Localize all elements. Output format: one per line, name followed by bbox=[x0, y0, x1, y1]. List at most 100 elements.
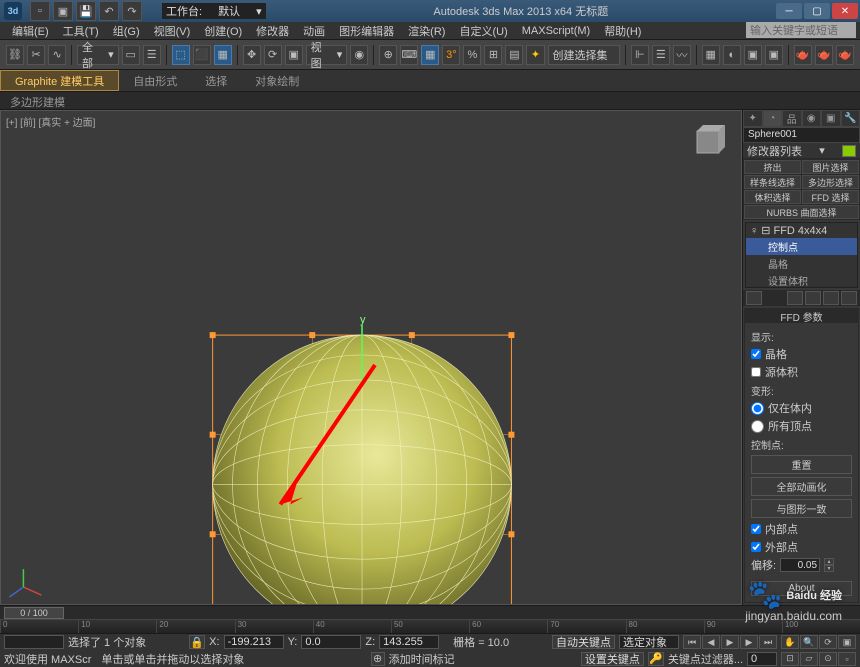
make-unique-icon[interactable] bbox=[805, 291, 821, 305]
object-name-field[interactable]: Sphere001 bbox=[743, 127, 860, 143]
ribbon-subpanel[interactable]: 多边形建模 bbox=[0, 92, 860, 110]
menu-modify[interactable]: 修改器 bbox=[250, 22, 295, 40]
select-object-icon[interactable]: ⬚ bbox=[172, 45, 190, 65]
play-icon[interactable]: ▶ bbox=[721, 635, 739, 649]
app-icon[interactable]: 3d bbox=[4, 2, 22, 20]
stack-lattice[interactable]: 晶格 bbox=[746, 255, 857, 272]
menu-anim[interactable]: 动画 bbox=[297, 22, 331, 40]
tab-motion-icon[interactable]: ◉ bbox=[802, 110, 822, 127]
nav-zoom-icon[interactable]: 🔍 bbox=[800, 635, 818, 649]
qa-undo-icon[interactable]: ↶ bbox=[99, 1, 119, 21]
window-crossing-icon[interactable]: ▦ bbox=[214, 45, 232, 65]
stack-ffd[interactable]: ♀⊟FFD 4x4x4 bbox=[746, 223, 857, 238]
btn-volsel[interactable]: 体积选择 bbox=[744, 190, 801, 204]
ribbon-freeform[interactable]: 自由形式 bbox=[119, 70, 191, 91]
move-icon[interactable]: ✥ bbox=[243, 45, 261, 65]
lock-icon[interactable]: 🔒 bbox=[189, 635, 205, 649]
pin-stack-icon[interactable] bbox=[746, 291, 762, 305]
btn-about[interactable]: About bbox=[751, 581, 852, 596]
btn-reset[interactable]: 重置 bbox=[751, 455, 852, 474]
btn-imgsel[interactable]: 图片选择 bbox=[802, 160, 859, 174]
link-icon[interactable]: ⛓ bbox=[6, 45, 24, 65]
material-icon[interactable]: ◐ bbox=[723, 45, 741, 65]
prev-frame-icon[interactable]: ◀ bbox=[702, 635, 720, 649]
nav-max-icon[interactable]: ▣ bbox=[838, 635, 856, 649]
menu-graph[interactable]: 图形编辑器 bbox=[333, 22, 400, 40]
modifier-stack[interactable]: ♀⊟FFD 4x4x4 控制点 晶格 设置体积 Sphere bbox=[745, 222, 858, 288]
schematic-icon[interactable]: ▦ bbox=[702, 45, 720, 65]
viewcube[interactable] bbox=[687, 123, 731, 167]
chk-outside[interactable]: 外部点 bbox=[751, 539, 852, 555]
goto-end-icon[interactable]: ⏭ bbox=[759, 635, 777, 649]
qa-new-icon[interactable]: ▫ bbox=[30, 1, 50, 21]
chk-srcvol[interactable]: 源体积 bbox=[751, 364, 852, 380]
btn-bordersel[interactable]: 样条线选择 bbox=[744, 175, 801, 189]
spinner-snap-icon[interactable]: ⊞ bbox=[484, 45, 502, 65]
coord-x-input[interactable]: -199.213 bbox=[224, 635, 284, 649]
spin-down-icon[interactable]: ▾ bbox=[824, 565, 834, 572]
coord-z-input[interactable]: 143.255 bbox=[379, 635, 439, 649]
qa-redo-icon[interactable]: ↷ bbox=[122, 1, 142, 21]
tab-utilities-icon[interactable]: 🔧 bbox=[841, 110, 860, 127]
remove-mod-icon[interactable] bbox=[823, 291, 839, 305]
tab-create-icon[interactable]: ✦ bbox=[743, 110, 763, 127]
select-icon[interactable]: ▭ bbox=[122, 45, 140, 65]
tab-display-icon[interactable]: ▣ bbox=[821, 110, 841, 127]
btn-nurbs[interactable]: NURBS 曲面选择 bbox=[744, 205, 859, 219]
configure-icon[interactable] bbox=[841, 291, 857, 305]
selset-dropdown[interactable]: 选定对象 bbox=[619, 635, 679, 649]
mirror-icon[interactable]: ✦ bbox=[526, 45, 544, 65]
stack-setvol[interactable]: 设置体积 bbox=[746, 272, 857, 288]
bind-icon[interactable]: ∿ bbox=[48, 45, 66, 65]
radio-involume[interactable]: 仅在体内 bbox=[751, 400, 852, 416]
btn-animall[interactable]: 全部动画化 bbox=[751, 477, 852, 496]
chk-lattice[interactable]: 晶格 bbox=[751, 346, 852, 362]
coord-y-input[interactable]: 0.0 bbox=[301, 635, 361, 649]
spin-up-icon[interactable]: ▴ bbox=[824, 558, 834, 565]
menu-group[interactable]: 组(G) bbox=[107, 22, 146, 40]
manipulate-icon[interactable]: ⊕ bbox=[379, 45, 397, 65]
menu-edit[interactable]: 编辑(E) bbox=[6, 22, 55, 40]
render-frame-icon[interactable]: ▣ bbox=[765, 45, 783, 65]
menu-custom[interactable]: 自定义(U) bbox=[453, 22, 513, 40]
pivot-icon[interactable]: ◉ bbox=[350, 45, 368, 65]
time-slider-bar[interactable]: 0 / 100 bbox=[0, 605, 860, 619]
align-icon[interactable]: ⊩ bbox=[631, 45, 649, 65]
scale-icon[interactable]: ▣ bbox=[285, 45, 303, 65]
menu-create[interactable]: 创建(O) bbox=[198, 22, 248, 40]
menu-help[interactable]: 帮助(H) bbox=[598, 22, 647, 40]
select-name-icon[interactable]: ☰ bbox=[143, 45, 161, 65]
maximize-button[interactable]: ▢ bbox=[804, 3, 830, 19]
ribbon-selection[interactable]: 选择 bbox=[191, 70, 241, 91]
show-end-icon[interactable] bbox=[787, 291, 803, 305]
ribbon-graphite[interactable]: Graphite 建模工具 bbox=[0, 70, 119, 91]
nav-pan-icon[interactable]: ✋ bbox=[781, 635, 799, 649]
percent-snap-icon[interactable]: % bbox=[463, 45, 481, 65]
selection-filter[interactable]: 全部▾ bbox=[77, 45, 119, 65]
chk-inside[interactable]: 内部点 bbox=[751, 521, 852, 537]
unlink-icon[interactable]: ✂ bbox=[27, 45, 45, 65]
viewport[interactable]: y bbox=[0, 110, 742, 605]
offset-spinner[interactable]: 偏移: ▴▾ bbox=[751, 557, 852, 573]
ribbon-paint[interactable]: 对象绘制 bbox=[241, 70, 313, 91]
goto-start-icon[interactable]: ⏮ bbox=[683, 635, 701, 649]
btn-polysel[interactable]: 多边形选择 bbox=[802, 175, 859, 189]
autokey-button[interactable]: 自动关键点 bbox=[552, 635, 615, 649]
trackbar[interactable]: 0102030405060708090100 bbox=[0, 619, 860, 633]
rollout-header[interactable]: FFD 参数 bbox=[745, 309, 858, 323]
workspace-selector[interactable]: 工作台: 默认 ▾ bbox=[162, 3, 266, 19]
menu-tool[interactable]: 工具(T) bbox=[57, 22, 105, 40]
menu-render[interactable]: 渲染(R) bbox=[402, 22, 451, 40]
ref-coord-dropdown[interactable]: 视图▾ bbox=[306, 45, 348, 65]
rotate-icon[interactable]: ⟳ bbox=[264, 45, 282, 65]
qa-save-icon[interactable]: 💾 bbox=[76, 1, 96, 21]
layers-icon[interactable]: ☰ bbox=[652, 45, 670, 65]
minimize-button[interactable]: ─ bbox=[776, 3, 802, 19]
render-iter-icon[interactable]: 🫖 bbox=[815, 45, 833, 65]
time-slider-thumb[interactable]: 0 / 100 bbox=[4, 607, 64, 619]
render-setup-icon[interactable]: ▣ bbox=[744, 45, 762, 65]
menu-view[interactable]: 视图(V) bbox=[148, 22, 197, 40]
snap-toggle-icon[interactable]: ▦ bbox=[421, 45, 439, 65]
curve-editor-icon[interactable]: 〰 bbox=[673, 45, 691, 65]
named-selection-dropdown[interactable]: 创建选择集 bbox=[548, 45, 620, 65]
